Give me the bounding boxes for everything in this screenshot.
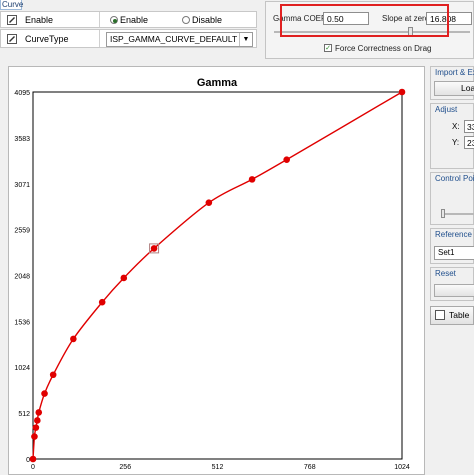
force-correctness-label: Force Correctness on Drag	[335, 44, 432, 53]
control-point[interactable]	[32, 424, 40, 431]
x-tick-label: 0	[31, 464, 35, 471]
x-label: X:	[452, 122, 460, 131]
gamma-chart-panel: Gamma 0 512 1024 1536 2048 2559 3071 3583 4095 0 2…	[8, 66, 425, 475]
enable-option-label: Enable	[120, 15, 149, 25]
y-tick-label: 512	[18, 411, 30, 418]
load-button[interactable]: Load	[434, 81, 474, 96]
curvetype-label: CurveType	[25, 34, 69, 44]
control-point[interactable]	[41, 390, 48, 397]
reset-group: Reset	[430, 267, 474, 301]
table-button-label: Table	[449, 310, 470, 320]
control-point-slider-track[interactable]	[441, 213, 474, 215]
curvetype-row: CurveType ISP_GAMMA_CURVE_DEFAULT ▼	[0, 29, 257, 48]
disable-radio[interactable]	[182, 16, 190, 24]
y-tick-label: 3583	[14, 136, 30, 143]
enable-radio[interactable]	[110, 16, 118, 24]
y-tick-label: 1024	[14, 365, 30, 372]
x-tick-label: 256	[119, 464, 131, 471]
y-tick-label: 1536	[14, 319, 30, 326]
y-label: Y:	[452, 138, 460, 147]
y-tick-label: 2048	[14, 273, 30, 280]
control-point[interactable]	[35, 409, 43, 416]
curvetype-divider	[99, 30, 100, 47]
x-tick-label: 512	[212, 464, 224, 471]
x-tick-label: 1024	[394, 464, 410, 471]
control-point[interactable]	[205, 199, 213, 206]
axes	[32, 91, 403, 460]
disable-option-label: Disable	[192, 15, 223, 25]
reset-button[interactable]	[434, 284, 474, 297]
chart-title: Gamma	[197, 77, 238, 89]
control-point[interactable]	[120, 274, 128, 282]
gamma-chart[interactable]: Gamma 0 512 1024 1536 2048 2559 3071 3583 4095 0 2…	[9, 67, 424, 474]
y-tick-label: 3071	[14, 182, 30, 189]
enable-row: Enable Enable Disable	[0, 11, 257, 28]
y-tick-label: 4095	[14, 90, 30, 97]
control-point[interactable]	[29, 455, 37, 463]
control-point[interactable]	[248, 176, 256, 183]
curvetype-value: ISP_GAMMA_CURVE_DEFAULT	[110, 34, 238, 44]
force-correctness-checkbox[interactable]: ✓	[324, 44, 332, 52]
reference-set-select[interactable]: Set1	[434, 246, 474, 260]
tab-curve[interactable]: Curve	[0, 0, 23, 10]
y-input[interactable]: 23	[464, 136, 474, 149]
control-point[interactable]	[98, 298, 106, 306]
adjust-group: Adjust X: 33 Y: 23	[430, 103, 474, 169]
control-point-title: Control Point	[435, 174, 474, 183]
highlight-box	[280, 4, 449, 37]
plot-frame	[32, 91, 403, 460]
table-icon	[435, 309, 445, 320]
reference-set-group: Reference Se Set1	[430, 228, 474, 264]
y-tick-label: 0	[26, 457, 30, 464]
enable-divider	[99, 12, 100, 27]
table-button[interactable]: Table	[430, 306, 474, 325]
enable-label: Enable	[25, 15, 54, 25]
x-input[interactable]: 33	[464, 120, 474, 133]
import-export-title: Import & Exp	[435, 68, 474, 77]
control-point[interactable]	[150, 245, 158, 252]
import-export-group: Import & Exp Load	[430, 66, 474, 100]
x-tick-label: 768	[304, 464, 316, 471]
reference-set-title: Reference Se	[435, 230, 474, 239]
reset-title: Reset	[435, 269, 456, 278]
edit-icon[interactable]	[7, 15, 17, 25]
control-point-group: Control Point	[430, 172, 474, 225]
control-point-slider-thumb[interactable]	[441, 209, 445, 218]
curvetype-select[interactable]: ISP_GAMMA_CURVE_DEFAULT ▼	[106, 32, 253, 47]
control-point[interactable]	[283, 156, 290, 163]
control-point[interactable]	[70, 335, 77, 343]
edit-icon[interactable]	[7, 34, 17, 44]
adjust-title: Adjust	[435, 105, 458, 114]
control-point[interactable]	[34, 417, 41, 424]
control-point[interactable]	[398, 88, 406, 96]
chevron-down-icon[interactable]: ▼	[239, 33, 252, 46]
y-tick-label: 2559	[14, 228, 30, 235]
control-point[interactable]	[49, 371, 57, 379]
control-point[interactable]	[31, 433, 38, 440]
